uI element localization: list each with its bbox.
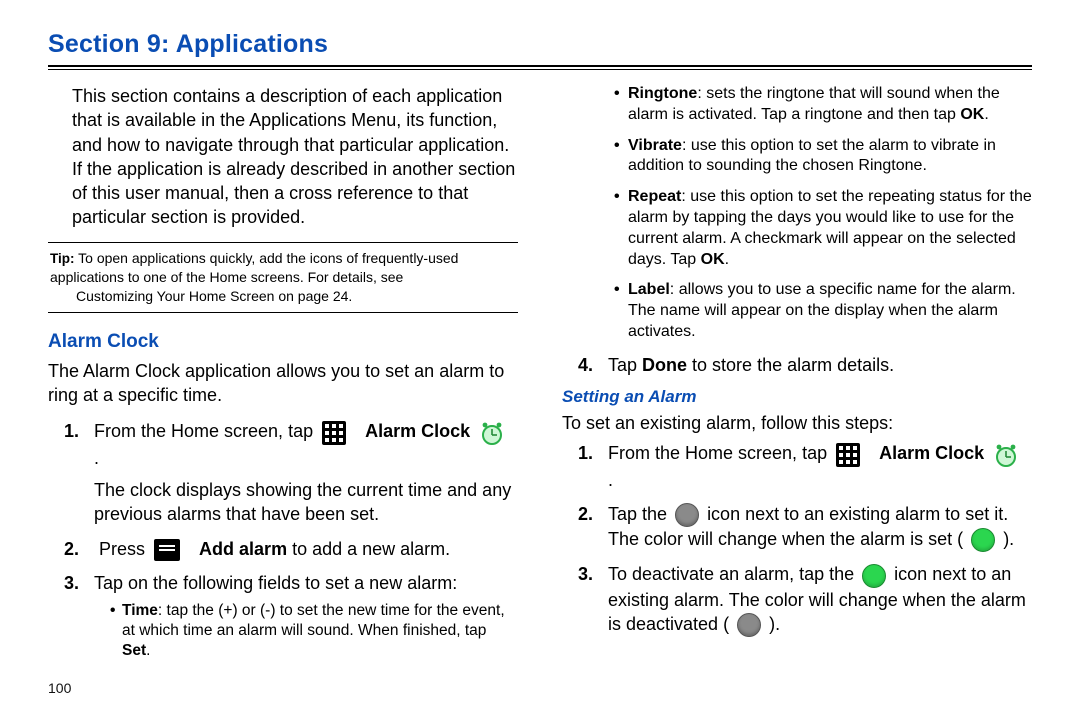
time-end: Set: [122, 642, 146, 659]
alarm-dot-grey-icon: [737, 613, 761, 637]
intro-paragraph: This section contains a description of e…: [48, 84, 518, 230]
setting-step2-a: Tap the: [608, 504, 672, 524]
alarm-clock-icon: [479, 420, 505, 446]
time-text: : tap the (+) or (-) to set the new time…: [122, 602, 505, 639]
setting-alarm-heading: Setting an Alarm: [562, 387, 1032, 407]
page-number: 100: [48, 680, 71, 696]
setting-step1-a: From the Home screen, tap: [608, 443, 832, 463]
step4-c: to store the alarm details.: [687, 355, 894, 375]
label-text: : allows you to use a specific name for …: [628, 281, 1016, 340]
done-label: Done: [642, 355, 687, 375]
divider-thick: [48, 65, 1032, 67]
alarm-intro: The Alarm Clock application allows you t…: [48, 359, 518, 408]
alarm-step-1: From the Home screen, tap Alarm Clock . …: [94, 419, 518, 526]
alarm-step2-tail: to add a new alarm.: [287, 539, 450, 559]
section-title: Section 9: Applications: [48, 30, 1032, 59]
right-column: Ringtone: sets the ringtone that will so…: [562, 84, 1032, 672]
vibrate-text: : use this option to set the alarm to vi…: [628, 137, 996, 175]
bullet-ringtone: Ringtone: sets the ringtone that will so…: [614, 84, 1032, 126]
alarm-step1-text: From the Home screen, tap: [94, 421, 318, 441]
alarm-clock-icon: [993, 442, 1019, 468]
bullet-vibrate: Vibrate: use this option to set the alar…: [614, 136, 1032, 178]
vibrate-label: Vibrate: [628, 137, 682, 154]
divider-thin: [48, 69, 1032, 70]
alarm-step-4: Tap Done to store the alarm details.: [608, 353, 1032, 377]
ringtone-label: Ringtone: [628, 85, 697, 102]
setting-step-2: Tap the icon next to an existing alarm t…: [608, 502, 1032, 553]
alarm-step-2: Press Add alarm to add a new alarm.: [94, 537, 518, 561]
apps-grid-icon: [322, 421, 346, 445]
alarm-clock-label-2: Alarm Clock: [879, 443, 984, 463]
tip-body-start: To open applications quickly, add the ic…: [50, 250, 458, 285]
setting-step3-a: To deactivate an alarm, tap the: [608, 564, 859, 584]
tip-body-end: on page 24.: [274, 288, 352, 304]
step4-a: Tap: [608, 355, 642, 375]
alarm-step3-text: Tap on the following fields to set a new…: [94, 573, 457, 593]
alarm-clock-heading: Alarm Clock: [48, 331, 518, 353]
repeat-end: OK: [701, 251, 725, 268]
apps-grid-icon: [836, 443, 860, 467]
repeat-label: Repeat: [628, 188, 681, 205]
add-alarm-label: Add alarm: [199, 539, 287, 559]
tip-label: Tip:: [50, 251, 75, 266]
menu-key-icon: [154, 539, 180, 561]
tip-link: Customizing Your Home Screen: [76, 288, 274, 304]
alarm-dot-green-icon: [862, 564, 886, 588]
alarm-clock-label: Alarm Clock: [365, 421, 470, 441]
left-column: This section contains a description of e…: [48, 84, 518, 672]
tip-box: Tip: To open applications quickly, add t…: [48, 242, 518, 313]
label-label: Label: [628, 281, 670, 298]
alarm-step1-cont: The clock displays showing the current t…: [94, 478, 518, 527]
bullet-time: Time: tap the (+) or (-) to set the new …: [110, 601, 518, 661]
alarm-step-3: Tap on the following fields to set a new…: [94, 571, 518, 662]
bullet-label: Label: allows you to use a specific name…: [614, 280, 1032, 342]
setting-step2-c: ).: [1003, 529, 1014, 549]
alarm-step2-press: Press: [99, 539, 150, 559]
setting-step-1: From the Home screen, tap Alarm Clock .: [608, 441, 1032, 492]
alarm-dot-green-icon: [971, 528, 995, 552]
bullet-repeat: Repeat: use this option to set the repea…: [614, 187, 1032, 270]
setting-step-3: To deactivate an alarm, tap the icon nex…: [608, 562, 1032, 637]
setting-step3-c: ).: [769, 614, 780, 634]
repeat-text: : use this option to set the repeating s…: [628, 188, 1032, 267]
alarm-dot-grey-icon: [675, 503, 699, 527]
time-label: Time: [122, 602, 158, 619]
setting-intro: To set an existing alarm, follow this st…: [562, 411, 1032, 435]
ringtone-end: OK: [960, 106, 984, 123]
